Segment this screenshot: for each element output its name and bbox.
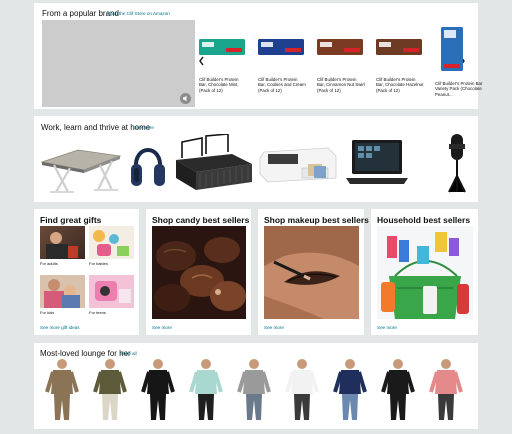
laptop-image[interactable] xyxy=(342,138,412,188)
gift-tile-kids[interactable]: For kids xyxy=(40,275,85,316)
gifts-see-more-link[interactable]: See more gift ideas xyxy=(40,325,80,330)
makeup-see-more-link[interactable]: See more xyxy=(264,325,284,330)
headphones-image[interactable] xyxy=(128,134,168,196)
candy-see-more-link[interactable]: See more xyxy=(152,325,172,330)
gift-tile-babies[interactable]: For babies xyxy=(89,226,134,267)
protein-bar-hazelnut-icon xyxy=(376,39,422,55)
protein-bar-cookies-icon xyxy=(258,39,304,55)
lounge-item-image[interactable] xyxy=(138,358,178,424)
candy-image[interactable] xyxy=(152,226,246,319)
gifts-card: Find great gifts For adults For babies F… xyxy=(34,209,139,335)
makeup-title: Shop makeup best sellers xyxy=(264,215,369,225)
gift-tile-label: For adults xyxy=(40,261,58,266)
candy-title: Shop candy best sellers xyxy=(152,215,250,225)
lounge-card: Most-loved lounge for her Shop all xyxy=(34,343,478,429)
lounge-item-image[interactable] xyxy=(234,358,274,424)
microphone-image[interactable] xyxy=(440,132,474,196)
brand-product-item[interactable]: Clif Builder's Protein Bar, Chocolate Mi… xyxy=(199,27,247,93)
work-see-more-link[interactable]: See more xyxy=(134,125,154,130)
brand-product-item[interactable]: Clif Builder's Protein Bar, Chocolate Ha… xyxy=(376,27,424,93)
laptop-table-image[interactable] xyxy=(40,136,122,196)
protein-bar-variety-pack-icon xyxy=(441,27,463,71)
gift-tile-label: For kids xyxy=(40,310,55,315)
brand-product-item[interactable]: Clif Builder's Protein Bar Variety Pack … xyxy=(435,27,483,97)
lounge-item-image[interactable] xyxy=(186,358,226,424)
makeup-card: Shop makeup best sellers See more xyxy=(258,209,369,335)
brand-product-item[interactable]: Clif Builder's Protein Bar, Cookies and … xyxy=(258,27,306,93)
lounge-item-image[interactable] xyxy=(378,358,418,424)
brand-card: From a popular brand Shop the Clif Store… xyxy=(34,3,482,109)
lounge-item-image[interactable] xyxy=(282,358,322,424)
household-title: Household best sellers xyxy=(377,215,471,225)
household-card: Household best sellers See more xyxy=(371,209,478,335)
desk-organizer-image[interactable] xyxy=(172,134,256,192)
gifts-title: Find great gifts xyxy=(40,215,102,225)
brand-video-placeholder[interactable] xyxy=(42,20,195,107)
makeup-image[interactable] xyxy=(264,226,359,319)
protein-bar-cinnamon-icon xyxy=(317,39,363,55)
lounge-title: Most-loved lounge for her xyxy=(40,349,131,358)
brand-product-item[interactable]: Clif Builder's Protein Bar, Cinnamon Nut… xyxy=(317,27,365,93)
gift-tile-label: For babies xyxy=(89,261,108,266)
lounge-item-image[interactable] xyxy=(42,358,82,424)
protein-bar-mint-icon xyxy=(199,39,245,55)
brand-product-title[interactable]: Clif Builder's Protein Bar Variety Pack … xyxy=(435,81,483,97)
work-card: Work, learn and thrive at home See more xyxy=(34,116,478,202)
brand-product-title[interactable]: Clif Builder's Protein Bar, Chocolate Mi… xyxy=(199,77,247,93)
candy-card: Shop candy best sellers See more xyxy=(146,209,251,335)
brand-store-link[interactable]: Shop the Clif Store on Amazon xyxy=(107,11,170,16)
brand-product-title[interactable]: Clif Builder's Protein Bar, Cinnamon Nut… xyxy=(317,77,365,93)
gift-tile-label: For teens xyxy=(89,310,106,315)
brand-product-title[interactable]: Clif Builder's Protein Bar, Cookies and … xyxy=(258,77,306,93)
brand-product-title[interactable]: Clif Builder's Protein Bar, Chocolate Ha… xyxy=(376,77,424,93)
lounge-item-image[interactable] xyxy=(90,358,130,424)
gift-tile-teens[interactable]: For teens xyxy=(89,275,134,316)
gift-tile-adults[interactable]: For adults xyxy=(40,226,85,267)
video-mute-icon[interactable] xyxy=(180,93,191,104)
household-image[interactable] xyxy=(377,226,473,319)
household-see-more-link[interactable]: See more xyxy=(377,325,397,330)
printer-image[interactable] xyxy=(258,138,338,188)
lounge-item-image[interactable] xyxy=(330,358,370,424)
lounge-item-image[interactable] xyxy=(426,358,466,424)
lounge-shop-all-link[interactable]: Shop all xyxy=(120,351,137,356)
